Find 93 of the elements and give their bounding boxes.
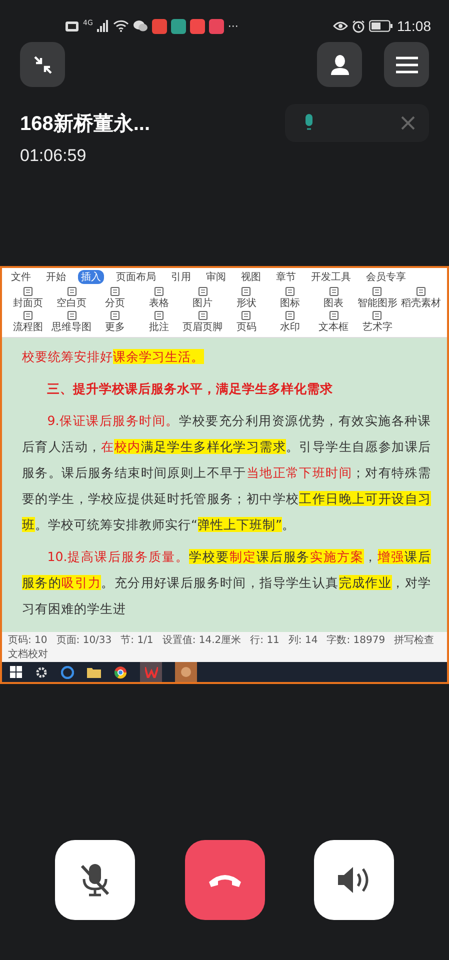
- app-icon: [208, 18, 224, 34]
- menu-tab[interactable]: 审阅: [203, 270, 229, 284]
- windows-icon[interactable]: [10, 666, 22, 678]
- document-icon: [154, 311, 164, 320]
- menu-tab[interactable]: 开始: [43, 270, 69, 284]
- menu-tab[interactable]: 会员专享: [363, 270, 409, 284]
- microphone-icon: [78, 862, 112, 898]
- status-item: 页面: 10/33: [56, 634, 112, 647]
- document-icon: [372, 287, 382, 296]
- document-icon: [416, 287, 426, 296]
- call-duration: 01:06:59: [20, 146, 88, 166]
- alarm-icon: [352, 20, 365, 32]
- ribbon-button[interactable]: 思维导图: [50, 311, 94, 334]
- more-notifications: ···: [228, 20, 238, 32]
- signal-icon: [96, 20, 109, 32]
- menu-button[interactable]: [384, 42, 429, 87]
- menu-tab[interactable]: 章节: [273, 270, 299, 284]
- document-paragraph: 校要统筹安排好课余学习生活。: [22, 348, 205, 366]
- hd-icon: [65, 20, 79, 32]
- app-icon: [152, 18, 167, 34]
- person-icon: [330, 54, 350, 76]
- status-item: 节: 1/1: [120, 634, 154, 647]
- ribbon-button[interactable]: 水印: [268, 311, 312, 334]
- ribbon-button[interactable]: 稻壳素材: [399, 287, 443, 310]
- ribbon-button[interactable]: 文本框: [312, 311, 356, 334]
- battery-icon: [369, 20, 393, 32]
- status-item: 字数: 18979: [326, 634, 386, 647]
- menu-tab[interactable]: 引用: [168, 270, 194, 284]
- caller-name: 168新桥董永...: [20, 112, 150, 137]
- menu-tab[interactable]: 开发工具: [308, 270, 354, 284]
- app-icon: [170, 18, 186, 34]
- menu-tab[interactable]: 插入: [78, 270, 104, 284]
- gear-icon[interactable]: [35, 666, 48, 678]
- ribbon-button[interactable]: 图表: [312, 287, 356, 310]
- ribbon-button[interactable]: 智能图形: [356, 287, 400, 310]
- document-icon: [66, 287, 77, 296]
- app-icon: [190, 18, 205, 34]
- w-logo-icon: [144, 666, 158, 678]
- folder-icon[interactable]: [87, 666, 101, 678]
- document-icon: [328, 287, 339, 296]
- document-icon: [285, 287, 296, 296]
- document-icon: [66, 311, 77, 320]
- document-icon: [285, 311, 296, 320]
- speaker-button[interactable]: [314, 840, 394, 920]
- ribbon-button[interactable]: 更多: [93, 311, 138, 334]
- ribbon-button[interactable]: 表格: [137, 287, 181, 310]
- chat-icon: [132, 20, 148, 32]
- document-icon: [22, 287, 33, 296]
- ribbon-button[interactable]: 流程图: [6, 311, 50, 334]
- status-item: 文档校对: [8, 648, 48, 661]
- document-icon: [241, 311, 252, 320]
- ribbon-button[interactable]: 图片: [180, 287, 224, 310]
- ribbon-button[interactable]: 艺术字: [356, 311, 400, 334]
- clock: 11:08: [397, 18, 431, 34]
- close-icon[interactable]: [401, 116, 415, 130]
- microphone-icon: [303, 114, 315, 132]
- menu-tab[interactable]: 视图: [238, 270, 264, 284]
- document-icon: [198, 311, 208, 320]
- document-icon: [110, 287, 120, 296]
- document-icon: [198, 287, 208, 296]
- status-item: 列: 14: [288, 634, 318, 647]
- menu-tab[interactable]: 页面布局: [113, 270, 159, 284]
- microphone-button[interactable]: [55, 840, 135, 920]
- ribbon-button[interactable]: 空白页: [50, 287, 94, 310]
- ribbon-button[interactable]: 分页: [93, 287, 138, 310]
- document-icon: [154, 287, 164, 296]
- chrome-icon[interactable]: [114, 666, 127, 678]
- document-icon: [241, 287, 252, 296]
- menu-icon: [396, 56, 418, 74]
- ribbon-button[interactable]: 页码: [224, 311, 268, 334]
- document-icon: [110, 311, 120, 320]
- eye-icon: [333, 20, 348, 32]
- document-icon: [328, 311, 339, 320]
- minimize-button[interactable]: [20, 42, 65, 87]
- phone-icon: [206, 872, 242, 888]
- menu-tab[interactable]: 文件: [8, 270, 34, 284]
- status-item: 设置值: 14.2厘米: [162, 634, 242, 647]
- contact-button[interactable]: [317, 42, 362, 87]
- document-icon: [372, 311, 382, 320]
- document-icon: [22, 311, 33, 320]
- ribbon-button[interactable]: 封面页: [6, 287, 50, 310]
- wifi-icon: [112, 20, 129, 32]
- ribbon-button[interactable]: 批注: [137, 311, 181, 334]
- hang-up-button[interactable]: [184, 840, 264, 920]
- status-item: 行: 11: [250, 634, 280, 647]
- browser-icon[interactable]: [61, 666, 74, 678]
- ribbon-button[interactable]: 图标: [268, 287, 312, 310]
- collapse-arrows-icon: [32, 54, 54, 76]
- status-item: 拼写检查: [394, 634, 434, 647]
- status-item: 页码: 10: [8, 634, 48, 647]
- ribbon-button[interactable]: 形状: [224, 287, 268, 310]
- document-paragraph: 三、提升学校课后服务水平，满足学生多样化需求: [46, 380, 334, 398]
- ribbon-button[interactable]: 页眉页脚: [180, 311, 224, 334]
